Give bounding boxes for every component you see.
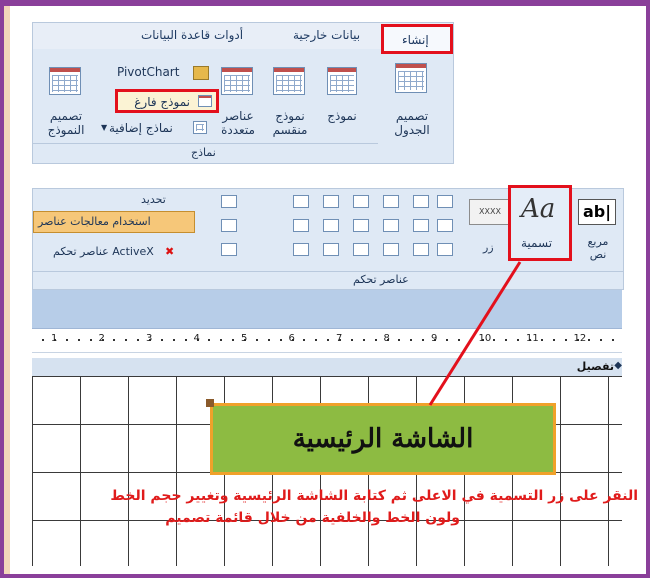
instruction-line-2: ولون الخط والخلفية من خلال قائمة تصميم [165,510,460,526]
instruction-line-1: النقر على زر التسمية في الاعلى ثم كتابة … [110,488,638,504]
